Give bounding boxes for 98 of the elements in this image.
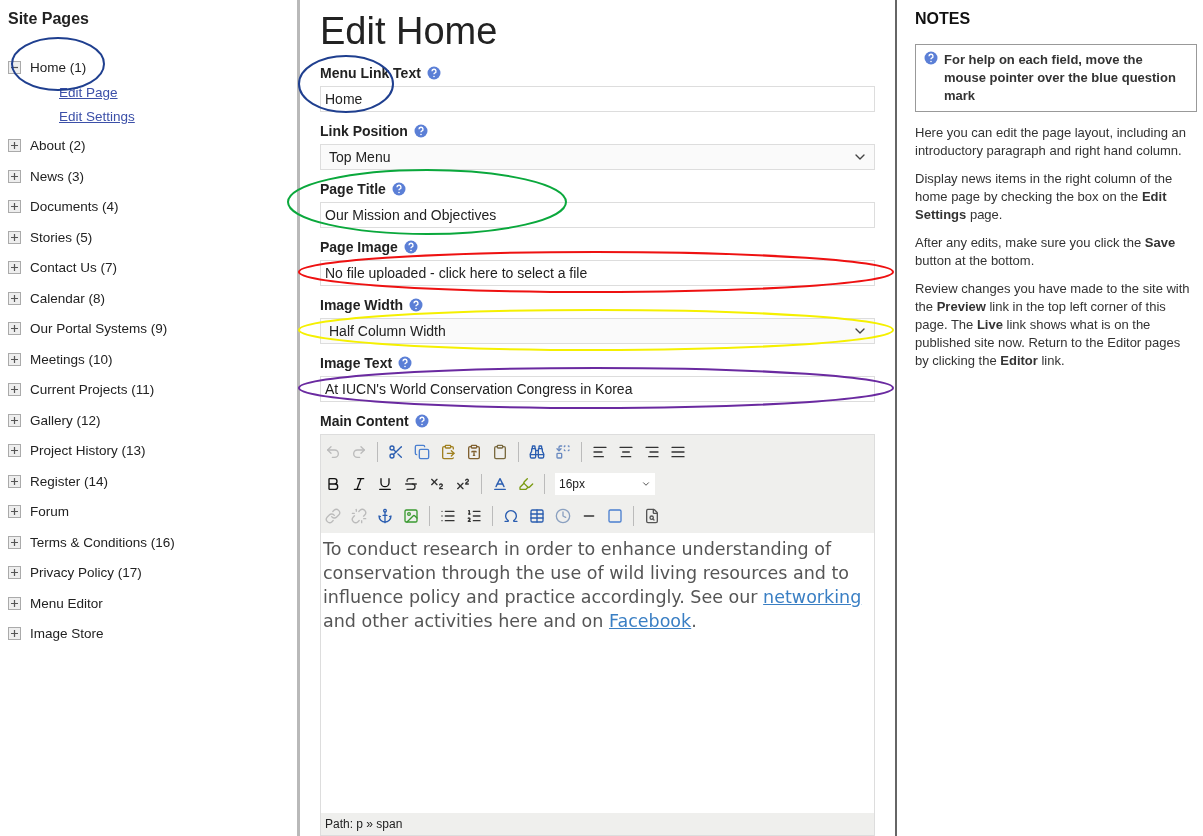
- align-right-icon[interactable]: [644, 444, 660, 460]
- expand-icon[interactable]: [8, 291, 21, 305]
- expand-icon[interactable]: [8, 444, 21, 458]
- field-label: Main Content: [320, 413, 409, 429]
- note-paragraph: Review changes you have made to the site with the Preview link in the top left corner of this page. The Live link shows what is on the published site now. Return to the Editor pages by clicking the Editor link.: [915, 280, 1191, 370]
- dropdown-caret-icon: [641, 479, 651, 489]
- page-tree-item[interactable]: Contact Us (7): [30, 260, 118, 276]
- field-label: Page Image: [320, 239, 398, 255]
- text-color-icon[interactable]: [492, 476, 508, 492]
- sub-page-link[interactable]: Edit Settings: [59, 106, 297, 131]
- expand-icon[interactable]: [8, 322, 21, 336]
- help-icon[interactable]: [398, 356, 413, 370]
- italic-icon[interactable]: [351, 476, 367, 492]
- help-icon[interactable]: [391, 182, 406, 196]
- content-paragraph: To conduct research in order to enhance understanding of conservation through the use of wild living resources and to influence policy and practice accordingly. See our networking and other activities here and on Facebook.: [323, 539, 862, 631]
- expand-icon[interactable]: [8, 474, 21, 488]
- field-label: Image Text: [320, 355, 393, 371]
- note-paragraph: Here you can edit the page layout, including an introductory paragraph and right hand column.: [915, 124, 1188, 160]
- underline-icon[interactable]: [377, 476, 393, 492]
- subscript-icon[interactable]: [429, 476, 445, 492]
- cut-icon[interactable]: [388, 444, 404, 460]
- select-field[interactable]: Top Menu: [320, 144, 875, 170]
- align-center-icon[interactable]: [618, 444, 634, 460]
- expand-icon[interactable]: [8, 352, 21, 366]
- image-icon[interactable]: [403, 508, 419, 524]
- copy-icon[interactable]: [414, 444, 430, 460]
- expand-icon[interactable]: [8, 596, 21, 610]
- omega-icon[interactable]: [503, 508, 519, 524]
- page-heading: Edit Home: [320, 10, 499, 53]
- page-tree-item[interactable]: News (3): [30, 168, 84, 184]
- field-label: Link Position: [320, 123, 408, 139]
- replace-icon[interactable]: [555, 444, 571, 460]
- page-tree-item[interactable]: Project History (13): [30, 443, 146, 459]
- input-field[interactable]: At IUCN's World Conservation Congress in Korea: [320, 376, 875, 402]
- help-icon[interactable]: [414, 414, 429, 428]
- find-icon[interactable]: [529, 444, 545, 460]
- file-field[interactable]: No file uploaded - click here to select a file: [320, 260, 875, 286]
- input-field[interactable]: Our Mission and Objectives: [320, 202, 875, 228]
- page-tree-item[interactable]: Current Projects (11): [30, 382, 155, 398]
- table-icon[interactable]: [529, 508, 545, 524]
- expand-icon[interactable]: [8, 627, 21, 641]
- expand-icon[interactable]: [8, 535, 21, 549]
- text-link[interactable]: Facebook: [609, 611, 692, 631]
- bold-icon[interactable]: [325, 476, 341, 492]
- align-justify-icon[interactable]: [670, 444, 686, 460]
- page-tree-item[interactable]: Home (1): [30, 59, 87, 75]
- page-tree-item[interactable]: Stories (5): [30, 229, 93, 245]
- expand-icon[interactable]: [8, 566, 21, 580]
- expand-icon[interactable]: [8, 413, 21, 427]
- help-note-text: For help on each field, move the mouse pointer over the blue question mark: [944, 51, 1177, 105]
- expand-icon[interactable]: [8, 139, 21, 153]
- page-tree-item[interactable]: Our Portal Systems (9): [30, 321, 168, 337]
- anchor-icon[interactable]: [377, 508, 393, 524]
- superscript-icon[interactable]: [455, 476, 471, 492]
- note-paragraph: Display news items in the right column of the home page by checking the box on the Edit Settings page.: [915, 170, 1174, 224]
- page-tree-item[interactable]: Privacy Policy (17): [30, 565, 142, 581]
- help-icon[interactable]: [426, 66, 441, 80]
- sub-page-link[interactable]: Edit Page: [59, 82, 297, 107]
- page-tree-item[interactable]: Calendar (8): [30, 290, 106, 306]
- field-label: Menu Link Text: [320, 65, 421, 81]
- paste-icon[interactable]: [440, 444, 456, 460]
- page-tree-item[interactable]: Image Store: [30, 626, 104, 642]
- numbered-list-icon[interactable]: [466, 508, 482, 524]
- sidebar-title: Site Pages: [8, 10, 90, 28]
- expand-icon[interactable]: [8, 230, 21, 244]
- highlight-icon[interactable]: [518, 476, 534, 492]
- page-tree-item[interactable]: Terms & Conditions (16): [30, 534, 175, 550]
- field-label: Page Title: [320, 181, 386, 197]
- expand-icon[interactable]: [8, 169, 21, 183]
- paste-word-icon[interactable]: [492, 444, 508, 460]
- notes-title: NOTES: [915, 10, 972, 28]
- help-icon[interactable]: [413, 124, 428, 138]
- page-tree-item[interactable]: Meetings (10): [30, 351, 113, 367]
- input-field[interactable]: Home: [320, 86, 875, 112]
- preview-icon[interactable]: [644, 508, 660, 524]
- strikethrough-icon[interactable]: [403, 476, 419, 492]
- expand-icon[interactable]: [8, 383, 21, 397]
- page-tree-item[interactable]: Forum: [30, 504, 69, 520]
- page-tree-item[interactable]: Register (14): [30, 473, 109, 489]
- note-paragraph: After any edits, make sure you click the Save button at the bottom.: [915, 234, 1177, 270]
- help-icon[interactable]: [403, 240, 418, 254]
- field-label: Image Width: [320, 297, 404, 313]
- page-tree-item[interactable]: Gallery (12): [30, 412, 101, 428]
- page-tree-item[interactable]: About (2): [30, 138, 86, 154]
- align-left-icon[interactable]: [592, 444, 608, 460]
- help-icon[interactable]: [409, 298, 424, 312]
- editor-path: Path: p » span: [321, 813, 874, 835]
- expand-icon[interactable]: [8, 261, 21, 275]
- font-size-select[interactable]: 16px: [555, 473, 655, 495]
- help-icon[interactable]: [924, 51, 938, 65]
- bullet-list-icon[interactable]: [440, 508, 456, 524]
- select-field[interactable]: Half Column Width: [320, 318, 875, 344]
- expand-icon[interactable]: [8, 200, 21, 214]
- paste-text-icon[interactable]: [466, 444, 482, 460]
- expand-icon[interactable]: [8, 505, 21, 519]
- page-tree-item[interactable]: Documents (4): [30, 199, 119, 215]
- text-link[interactable]: networking: [763, 587, 862, 607]
- page-tree-item[interactable]: Menu Editor: [30, 595, 103, 611]
